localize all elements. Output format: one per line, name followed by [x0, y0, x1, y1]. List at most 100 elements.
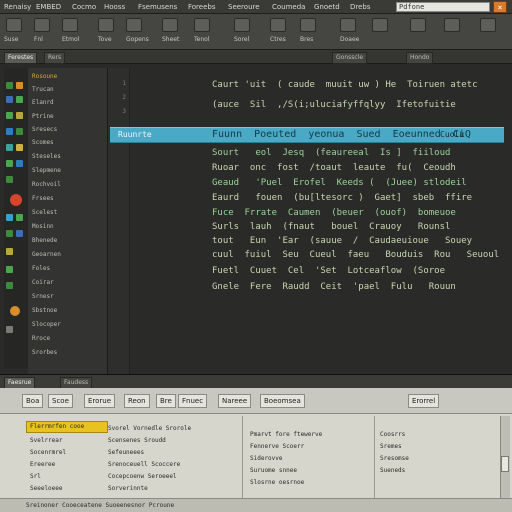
code-editor[interactable] — [108, 68, 512, 374]
replace-icon[interactable] — [300, 18, 316, 32]
tree-item[interactable]: Sresecs — [32, 125, 104, 134]
dock-row[interactable]: Srl — [30, 472, 106, 482]
dock-row[interactable]: Cocepcoenw Seroeeel — [108, 472, 238, 482]
tool-icon[interactable] — [16, 128, 23, 135]
menu-item[interactable]: EMBED — [36, 2, 61, 12]
tool-icon[interactable] — [6, 266, 13, 273]
dock-row[interactable]: Srenoceuell Scoccere — [108, 460, 238, 470]
new-file-icon[interactable] — [6, 18, 22, 32]
paste-icon[interactable] — [162, 18, 178, 32]
dock-row[interactable]: Svelrrear — [30, 436, 106, 446]
tool-icon[interactable] — [16, 160, 23, 167]
tree-item[interactable]: Rroce — [32, 334, 104, 343]
menu-item[interactable]: Seeroure — [228, 2, 260, 12]
dock-row[interactable]: Flerrmrfen cooe — [30, 422, 106, 432]
menu-item[interactable]: Drebs — [350, 2, 371, 12]
tool-icon[interactable] — [6, 326, 13, 333]
tree-item[interactable]: Frsees — [32, 194, 104, 203]
tool-icon[interactable] — [6, 160, 13, 167]
dock-button[interactable]: Bre — [156, 394, 176, 408]
tree-item[interactable]: Slepmene — [32, 166, 104, 175]
dock-button[interactable]: Boeomsea — [260, 394, 305, 408]
dock-row[interactable]: Seeeloeee — [30, 484, 106, 494]
dock-row[interactable]: Siderovve — [250, 454, 370, 464]
tool-icon[interactable] — [6, 248, 13, 255]
dock-row[interactable]: Sorverinnte — [108, 484, 238, 494]
tree-item[interactable]: Rosoune — [32, 72, 104, 81]
dock-row[interactable]: Ereeree — [30, 460, 106, 470]
dock-row[interactable]: Pmarvt fore ftewerve — [250, 430, 370, 440]
tool-icon[interactable] — [6, 96, 13, 103]
dock-row[interactable]: Scensenes Sroudd — [108, 436, 238, 446]
tool-icon[interactable] — [6, 282, 13, 289]
dock-button[interactable]: Erorue — [84, 394, 116, 408]
menu-item[interactable]: Cocmo — [72, 2, 96, 12]
save-icon[interactable] — [62, 18, 78, 32]
tree-item[interactable]: Coirar — [32, 278, 104, 287]
dock-row[interactable]: Sresomse — [380, 454, 496, 464]
dock-button[interactable]: Erorrel — [408, 394, 440, 408]
tree-item[interactable]: Slocoper — [32, 320, 104, 329]
tree-item[interactable]: Foles — [32, 264, 104, 273]
tree-item[interactable]: Srorbes — [32, 348, 104, 357]
tree-item[interactable]: Scelest — [32, 208, 104, 217]
cut-icon[interactable] — [98, 18, 114, 32]
dock-row[interactable]: Fennerve Scoerr — [250, 442, 370, 452]
scrollbar-thumb[interactable] — [501, 456, 509, 472]
dock-row[interactable]: Sueneds — [380, 466, 496, 476]
run-icon[interactable] — [372, 18, 388, 32]
menu-item[interactable]: Coumeda — [272, 2, 305, 12]
dock-button[interactable]: Boa — [22, 394, 44, 408]
tab[interactable]: Ferestes — [4, 52, 38, 64]
tab[interactable]: Hondo — [406, 52, 434, 64]
tool-icon[interactable] — [16, 230, 23, 237]
tree-item[interactable]: Srnesr — [32, 292, 104, 301]
tool-icon[interactable] — [16, 214, 23, 221]
debug-icon[interactable] — [410, 18, 426, 32]
tree-item[interactable]: Scomes — [32, 138, 104, 147]
menu-item[interactable]: Fsemusens — [138, 2, 177, 12]
dock-row[interactable]: Coosrrs — [380, 430, 496, 440]
tool-icon[interactable] — [6, 112, 13, 119]
tab[interactable]: Rers — [44, 52, 66, 64]
dock-button[interactable]: Reon — [124, 394, 150, 408]
tool-icon[interactable] — [6, 128, 13, 135]
dock-button[interactable]: Nareee — [218, 394, 252, 408]
build-icon[interactable] — [340, 18, 356, 32]
tool-icon[interactable] — [6, 144, 13, 151]
dock-row[interactable]: Svorel Vornedle Srorole — [108, 424, 238, 434]
dock-button[interactable]: Scoe — [48, 394, 73, 408]
tool-icon[interactable] — [6, 214, 13, 221]
dock-button[interactable]: Fnuec — [178, 394, 208, 408]
dock-row[interactable]: Socenrmrel — [30, 448, 106, 458]
dock-row[interactable]: Sremes — [380, 442, 496, 452]
copy-icon[interactable] — [126, 18, 142, 32]
menu-item[interactable]: Renaisy — [4, 2, 31, 12]
menu-item[interactable]: Hooss — [104, 2, 125, 12]
tree-item[interactable]: Rochvoil — [32, 180, 104, 189]
tool-icon[interactable] — [16, 96, 23, 103]
title-field[interactable]: Pdfone — [396, 2, 490, 12]
tree-item[interactable]: Bhenede — [32, 236, 104, 245]
tool-icon[interactable] — [6, 230, 13, 237]
redo-icon[interactable] — [234, 18, 250, 32]
settings-icon[interactable] — [480, 18, 496, 32]
find-icon[interactable] — [270, 18, 286, 32]
tree-item[interactable]: Mosinn — [32, 222, 104, 231]
open-folder-icon[interactable] — [34, 18, 50, 32]
tree-item[interactable]: Steseles — [32, 152, 104, 161]
tree-item[interactable]: Geoarnen — [32, 250, 104, 259]
tool-icon[interactable] — [16, 82, 23, 89]
dock-row[interactable]: Slosrne oesrnoe — [250, 478, 370, 488]
close-icon[interactable]: × — [493, 1, 507, 13]
record-icon[interactable] — [10, 194, 22, 206]
tree-item[interactable]: Trucan — [32, 85, 104, 94]
dock-row[interactable]: Suruome snnee — [250, 466, 370, 476]
circle-icon[interactable] — [10, 306, 20, 316]
tab[interactable]: Gonsscle — [332, 52, 368, 64]
tree-item[interactable]: Elanrd — [32, 98, 104, 107]
dock-row[interactable]: Sefeuneees — [108, 448, 238, 458]
stop-icon[interactable] — [444, 18, 460, 32]
tool-icon[interactable] — [6, 82, 13, 89]
undo-icon[interactable] — [194, 18, 210, 32]
